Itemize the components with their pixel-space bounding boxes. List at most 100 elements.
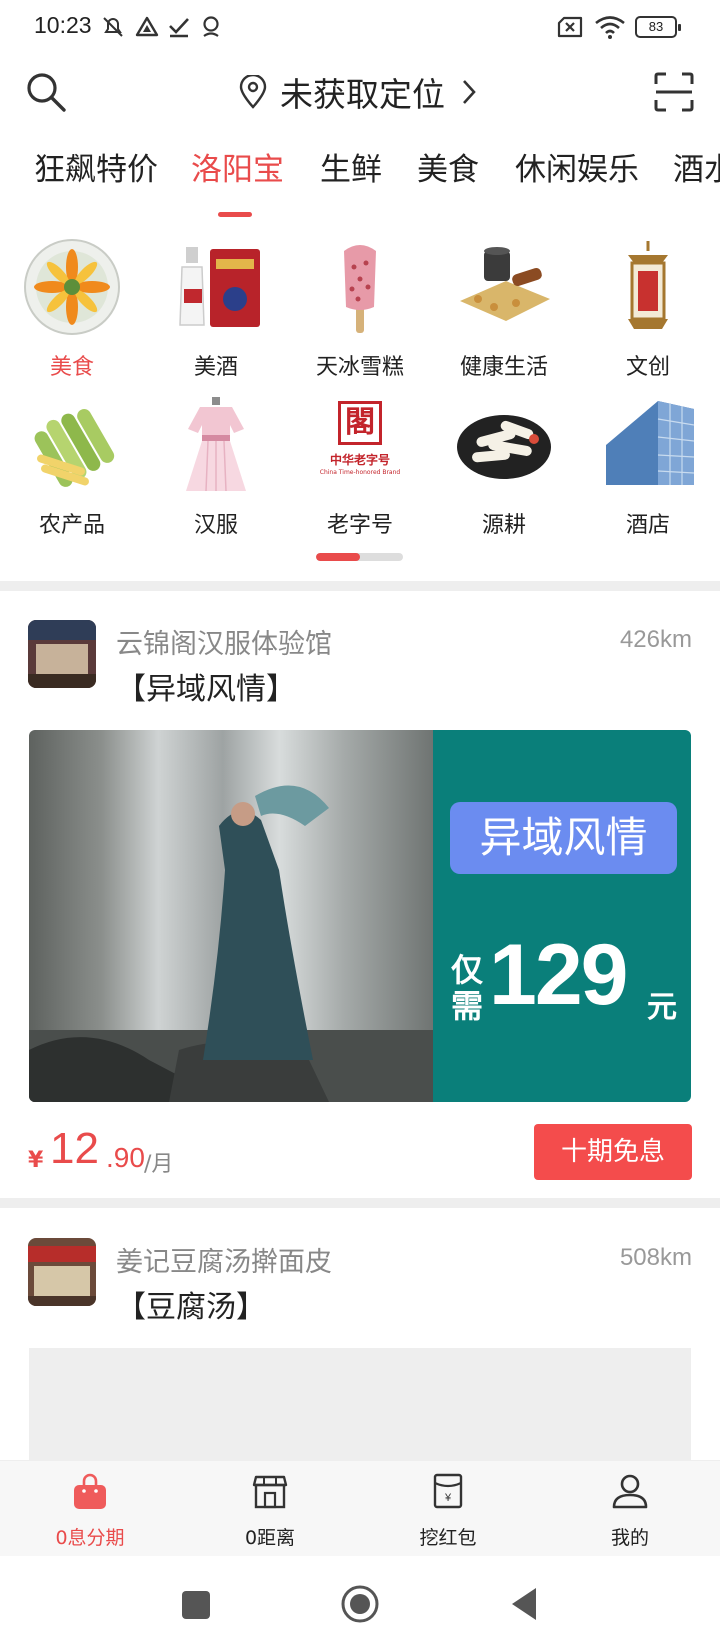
price-currency: ¥: [28, 1148, 44, 1173]
category-cultural[interactable]: 文创: [588, 237, 708, 381]
store-name: 姜记豆腐汤擀面皮: [116, 1247, 332, 1278]
vegetables-icon: [22, 395, 122, 495]
section-divider: [0, 581, 720, 591]
banner-only-text: 仅需: [451, 951, 484, 1025]
yam-slices-icon: [454, 395, 554, 495]
top-header: 未获取定位: [0, 62, 720, 122]
search-icon: [27, 73, 66, 112]
category-label: 农产品: [38, 513, 105, 538]
herbal-medicine-icon: [454, 237, 554, 337]
category-label: 文创: [625, 355, 670, 380]
svg-text:¥: ¥: [444, 1492, 452, 1504]
brand-seal-title: 中华老字号: [329, 453, 390, 467]
store-card-header[interactable]: 云锦阁汉服体验馆 426km 【异域风情】: [28, 620, 692, 707]
category-hanfu[interactable]: 汉服: [156, 395, 276, 539]
category-label: 酒店: [625, 513, 670, 538]
section-divider: [0, 1198, 720, 1208]
category-liquor[interactable]: 美酒: [156, 237, 276, 381]
store-logo: [28, 620, 96, 688]
pager-progress: [316, 553, 360, 561]
active-tab-indicator: [218, 212, 252, 217]
store-distance: 426km: [619, 626, 692, 653]
nav-label: 挖红包: [419, 1527, 477, 1549]
back-button[interactable]: [508, 1586, 540, 1622]
nav-label: 0距离: [244, 1527, 296, 1549]
store-distance: 508km: [619, 1244, 692, 1271]
category-label: 美食: [49, 355, 94, 380]
banner-tag: 异域风情: [450, 802, 677, 874]
store-image-placeholder[interactable]: [29, 1348, 691, 1460]
scan-button[interactable]: [652, 70, 696, 114]
nav-profile[interactable]: 我的: [570, 1471, 690, 1550]
banner-price: 129: [489, 927, 628, 1023]
lantern-icon: [598, 237, 698, 337]
nav-label: 0息分期: [55, 1527, 125, 1549]
hanfu-dress-icon: [166, 395, 266, 495]
home-button[interactable]: [340, 1584, 380, 1624]
category-label: 美酒: [193, 355, 238, 380]
nav-zero-distance[interactable]: 0距离: [210, 1471, 330, 1550]
brand-seal-glyph: 閣: [338, 401, 382, 445]
location-pin-icon: [239, 75, 267, 109]
user-profile-icon: [612, 1474, 648, 1509]
food-plate-icon: [22, 237, 122, 337]
category-label: 汉服: [193, 513, 238, 538]
tab-kuangbiao-sale[interactable]: 狂飙特价: [34, 150, 158, 208]
price-period: /月: [144, 1152, 174, 1177]
location-status-icon: [203, 16, 219, 37]
status-time: 10:23: [34, 12, 92, 38]
category-health[interactable]: 健康生活: [444, 237, 564, 381]
category-agriculture[interactable]: 农产品: [12, 395, 132, 539]
store-logo: [28, 1238, 96, 1306]
category-tabs: 狂飙特价 洛阳宝 生鲜 美食 休闲娱乐 酒水: [0, 150, 720, 220]
category-hotel[interactable]: 酒店: [588, 395, 708, 539]
battery-indicator: 83: [635, 16, 681, 38]
liquor-bottle-icon: [166, 237, 266, 337]
scan-icon: [654, 72, 694, 112]
status-bar: 10:23 83: [0, 0, 720, 52]
location-selector[interactable]: 未获取定位: [238, 68, 479, 116]
red-envelope-icon: ¥: [433, 1473, 463, 1509]
tab-luoyangbao[interactable]: 洛阳宝: [191, 150, 284, 208]
category-label: 健康生活: [459, 355, 548, 380]
hotel-building-icon: [598, 395, 698, 495]
tab-food[interactable]: 美食: [417, 150, 479, 208]
check-icon: [169, 18, 189, 38]
search-button[interactable]: [24, 70, 68, 114]
wifi-icon: [595, 16, 625, 39]
brand-seal-subtitle: China Time-honored Brand: [319, 469, 401, 476]
time-honored-brand-icon: 閣 中华老字号 China Time-honored Brand: [310, 395, 410, 495]
nav-red-packet[interactable]: ¥ 挖红包: [388, 1471, 508, 1550]
tab-drinks[interactable]: 酒水: [673, 150, 720, 208]
no-sim-icon: [557, 16, 583, 38]
popsicle-icon: [310, 237, 410, 337]
category-time-honored[interactable]: 閣 中华老字号 China Time-honored Brand 老字号: [300, 395, 420, 539]
category-label: 源耕: [481, 513, 526, 538]
shopping-bag-icon: [74, 1473, 106, 1509]
tab-leisure[interactable]: 休闲娱乐: [515, 150, 639, 208]
category-label: 老字号: [326, 513, 393, 538]
price-integer: 12: [50, 1124, 99, 1173]
bottom-navigation: 0息分期 0距离 ¥ 挖红包 我的: [0, 1460, 720, 1556]
category-pager: [316, 553, 403, 561]
banner-price-unit: 元: [647, 990, 677, 1025]
promo-banner[interactable]: 异域风情 仅需 129 元: [29, 730, 691, 1102]
nav-zero-interest[interactable]: 0息分期: [30, 1471, 150, 1550]
store-title: 【异域风情】: [116, 672, 296, 707]
installment-button[interactable]: 十期免息: [534, 1124, 692, 1180]
category-label: 天冰雪糕: [315, 355, 404, 380]
storefront-icon: [252, 1475, 288, 1509]
chevron-right-icon: [463, 80, 476, 104]
location-text: 未获取定位: [280, 75, 445, 114]
system-navigation-bar: [0, 1556, 720, 1650]
price-row: ¥ 12 .90 /月 十期免息: [28, 1124, 692, 1182]
store-card-header[interactable]: 姜记豆腐汤擀面皮 508km 【豆腐汤】: [28, 1238, 692, 1325]
banner-photo: [29, 730, 433, 1102]
category-food[interactable]: 美食: [12, 237, 132, 381]
triangle-app-icon: [135, 16, 159, 37]
tab-fresh[interactable]: 生鲜: [320, 150, 382, 208]
recent-apps-button[interactable]: [182, 1591, 210, 1619]
category-ice-cream[interactable]: 天冰雪糕: [300, 237, 420, 381]
category-yuangeng[interactable]: 源耕: [444, 395, 564, 539]
banner-promo-panel: 异域风情 仅需 129 元: [433, 730, 691, 1102]
